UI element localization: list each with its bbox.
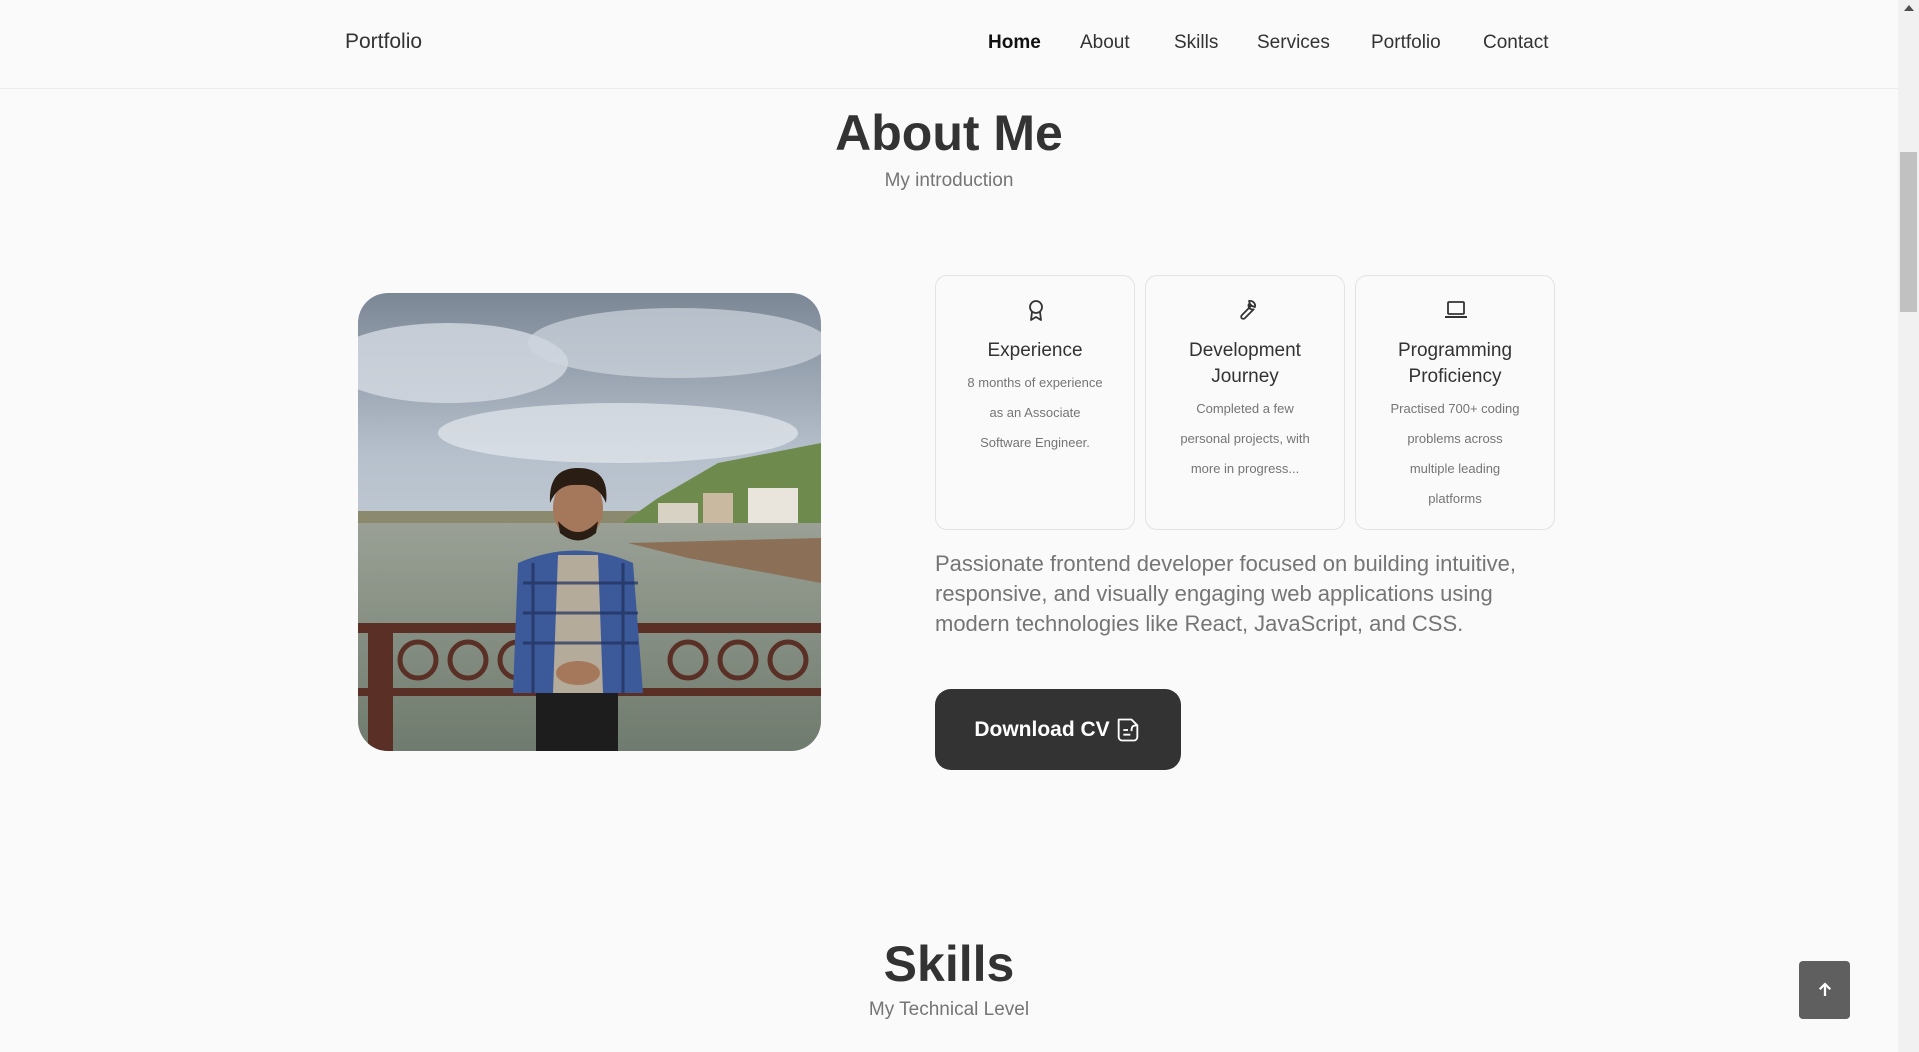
title-line: Proficiency [1408, 366, 1502, 387]
download-cv-label: Download CV [974, 717, 1110, 741]
title-line: Development [1189, 340, 1301, 361]
development-journey-card-title: Development Journey [1156, 338, 1334, 390]
document-icon [1117, 718, 1138, 741]
scrollbar-up-arrow-icon[interactable] [1904, 5, 1914, 11]
about-subtitle: My introduction [884, 170, 1014, 191]
arrow-up-icon [1818, 982, 1831, 996]
skills-subtitle: My Technical Level [868, 999, 1030, 1020]
desc-line: multiple leading [1409, 461, 1501, 476]
scrollbar-thumb[interactable] [1900, 152, 1917, 312]
scroll-to-top-button[interactable] [1799, 961, 1850, 1019]
skills-title: Skills [883, 936, 1015, 992]
profile-photo [358, 293, 821, 751]
title-line: Journey [1211, 366, 1279, 387]
programming-proficiency-card-title: Programming Proficiency [1366, 338, 1544, 390]
desc-line: 8 months of experience [967, 375, 1103, 390]
page-scrollbar[interactable] [1898, 0, 1919, 1052]
nav-portfolio[interactable]: Portfolio [1371, 32, 1441, 54]
desc-line: Practised 700+ coding [1390, 401, 1520, 416]
experience-card-desc: 8 months of experience as an Associate S… [954, 368, 1116, 458]
development-journey-card: Development Journey Completed a few pers… [1145, 275, 1345, 530]
wrench-icon [1240, 300, 1256, 320]
download-cv-button[interactable]: Download CV [935, 689, 1181, 770]
profile-photo-illustration [358, 293, 821, 751]
title-line: Programming [1397, 340, 1513, 361]
laptop-icon [1445, 301, 1467, 318]
site-logo[interactable]: Portfolio [345, 30, 422, 54]
nav-services[interactable]: Services [1257, 32, 1330, 54]
about-title: About Me [835, 105, 1063, 161]
programming-proficiency-card-desc: Practised 700+ coding problems across mu… [1374, 394, 1536, 514]
desc-line: problems across [1407, 431, 1503, 446]
nav-contact[interactable]: Contact [1483, 32, 1548, 54]
programming-proficiency-card: Programming Proficiency Practised 700+ c… [1355, 275, 1555, 530]
award-icon [1029, 300, 1043, 321]
desc-line: more in progress... [1190, 461, 1300, 476]
nav-skills[interactable]: Skills [1174, 32, 1218, 54]
desc-line: Software Engineer. [980, 435, 1090, 450]
page: Portfolio Home About Skills Services Por… [0, 0, 1919, 1052]
desc-line: as an Associate [989, 405, 1081, 420]
about-description: Passionate frontend developer focused on… [935, 551, 1516, 636]
desc-line: Completed a few [1196, 401, 1294, 416]
experience-card: Experience 8 months of experience as an … [935, 275, 1135, 530]
nav-home[interactable]: Home [988, 32, 1041, 54]
experience-card-title: Experience [987, 340, 1083, 361]
desc-line: platforms [1428, 491, 1482, 506]
development-journey-card-desc: Completed a few personal projects, with … [1164, 394, 1326, 484]
desc-line: personal projects, with [1180, 431, 1310, 446]
nav-about[interactable]: About [1080, 32, 1130, 54]
site-header: Portfolio Home About Skills Services Por… [0, 0, 1898, 89]
